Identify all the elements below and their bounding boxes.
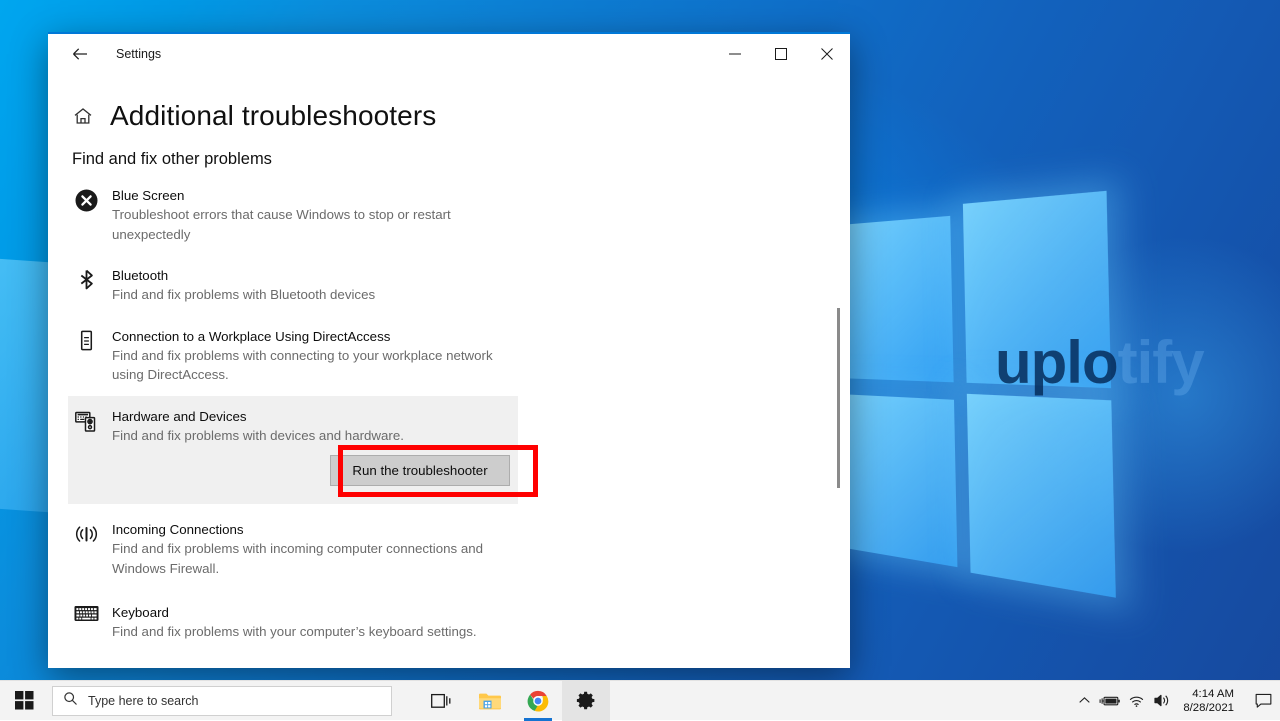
search-placeholder: Type here to search: [88, 694, 198, 708]
list-item-description: Find and fix problems with incoming comp…: [112, 539, 500, 578]
page-header: Additional troubleshooters: [48, 74, 850, 132]
list-item-title: Blue Screen: [112, 186, 518, 205]
list-item-description: Find and fix problems with your computer…: [112, 622, 500, 642]
incoming-connections-icon: [72, 520, 100, 578]
workplace-connection-icon: [72, 327, 100, 385]
taskbar: Type here to search: [0, 680, 1280, 720]
list-item-text: Incoming Connections Find and fix proble…: [112, 520, 518, 578]
logo-pane-bottom-right: [967, 393, 1116, 597]
window-title-text: Settings: [116, 47, 161, 61]
content-scrollbar[interactable]: [834, 74, 844, 668]
wifi-icon[interactable]: [1123, 681, 1149, 721]
blue-screen-icon: [72, 186, 100, 244]
task-view-icon[interactable]: [418, 681, 466, 721]
list-item[interactable]: Connection to a Workplace Using DirectAc…: [68, 316, 518, 396]
speaker-icon[interactable]: [1149, 681, 1175, 721]
troubleshooter-list: Blue Screen Troubleshoot errors that cau…: [48, 175, 850, 653]
close-button[interactable]: [804, 34, 850, 74]
file-explorer-icon[interactable]: [466, 681, 514, 721]
clock-date: 8/28/2021: [1183, 701, 1234, 715]
battery-charging-icon[interactable]: [1097, 681, 1123, 721]
logo-pane-bottom-left: [838, 394, 957, 567]
list-item-text: Blue Screen Troubleshoot errors that cau…: [112, 186, 518, 244]
uplotify-watermark: uplotify: [995, 328, 1204, 397]
windows-start-icon[interactable]: [0, 681, 48, 721]
hardware-devices-icon: [72, 407, 100, 446]
taskbar-clock[interactable]: 4:14 AM 8/28/2021: [1175, 681, 1246, 721]
scrollbar-thumb[interactable]: [837, 308, 840, 488]
list-item[interactable]: Bluetooth Find and fix problems with Blu…: [68, 255, 518, 316]
watermark-primary: uplo: [995, 329, 1118, 396]
section-title: Find and fix other problems: [48, 132, 850, 175]
bluetooth-icon: [72, 266, 100, 305]
list-item-text: Bluetooth Find and fix problems with Blu…: [112, 266, 518, 305]
list-item-title: Hardware and Devices: [112, 407, 518, 426]
action-center-icon[interactable]: [1246, 681, 1280, 721]
clock-time: 4:14 AM: [1192, 687, 1234, 701]
list-item-description: Find and fix problems with connecting to…: [112, 346, 500, 385]
list-item-title: Connection to a Workplace Using DirectAc…: [112, 327, 518, 346]
list-item-description: Find and fix problems with Bluetooth dev…: [112, 285, 500, 305]
search-icon: [63, 691, 78, 711]
logo-pane-top-left: [835, 216, 953, 382]
show-hidden-icons-icon[interactable]: [1071, 681, 1097, 721]
search-input[interactable]: Type here to search: [52, 686, 392, 716]
list-item-text: Connection to a Workplace Using DirectAc…: [112, 327, 518, 385]
maximize-button[interactable]: [758, 34, 804, 74]
list-item-title: Incoming Connections: [112, 520, 518, 539]
back-arrow-icon[interactable]: [58, 38, 102, 70]
list-item-text: Hardware and Devices Find and fix proble…: [112, 407, 518, 446]
google-chrome-icon[interactable]: [514, 681, 562, 721]
list-item-title: Keyboard: [112, 603, 518, 622]
watermark-secondary: tify: [1118, 329, 1204, 396]
settings-gear-icon[interactable]: [562, 681, 610, 721]
list-item-description: Find and fix problems with devices and h…: [112, 426, 500, 446]
home-icon[interactable]: [72, 105, 94, 127]
list-item[interactable]: Blue Screen Troubleshoot errors that cau…: [68, 175, 518, 255]
minimize-button[interactable]: [712, 34, 758, 74]
windows-hero-logo: [835, 203, 1116, 598]
settings-content: Additional troubleshooters Find and fix …: [48, 74, 850, 668]
list-item-hardware-and-devices[interactable]: Hardware and Devices Find and fix proble…: [68, 396, 518, 446]
list-item[interactable]: Keyboard Find and fix problems with your…: [68, 589, 518, 653]
system-tray: 4:14 AM 8/28/2021: [1071, 681, 1280, 721]
window-titlebar[interactable]: Settings: [48, 34, 850, 74]
hardware-action-row: Run the troubleshooter: [68, 445, 518, 504]
page-title: Additional troubleshooters: [110, 100, 436, 132]
window-controls: [712, 34, 850, 74]
list-item[interactable]: Incoming Connections Find and fix proble…: [68, 504, 518, 589]
list-item-description: Troubleshoot errors that cause Windows t…: [112, 205, 500, 244]
keyboard-icon: [72, 603, 100, 642]
run-the-troubleshooter-button[interactable]: Run the troubleshooter: [330, 455, 510, 486]
list-item-text: Keyboard Find and fix problems with your…: [112, 603, 518, 642]
list-item-title: Bluetooth: [112, 266, 518, 285]
settings-window: Settings Additional troubleshooters: [48, 32, 850, 668]
